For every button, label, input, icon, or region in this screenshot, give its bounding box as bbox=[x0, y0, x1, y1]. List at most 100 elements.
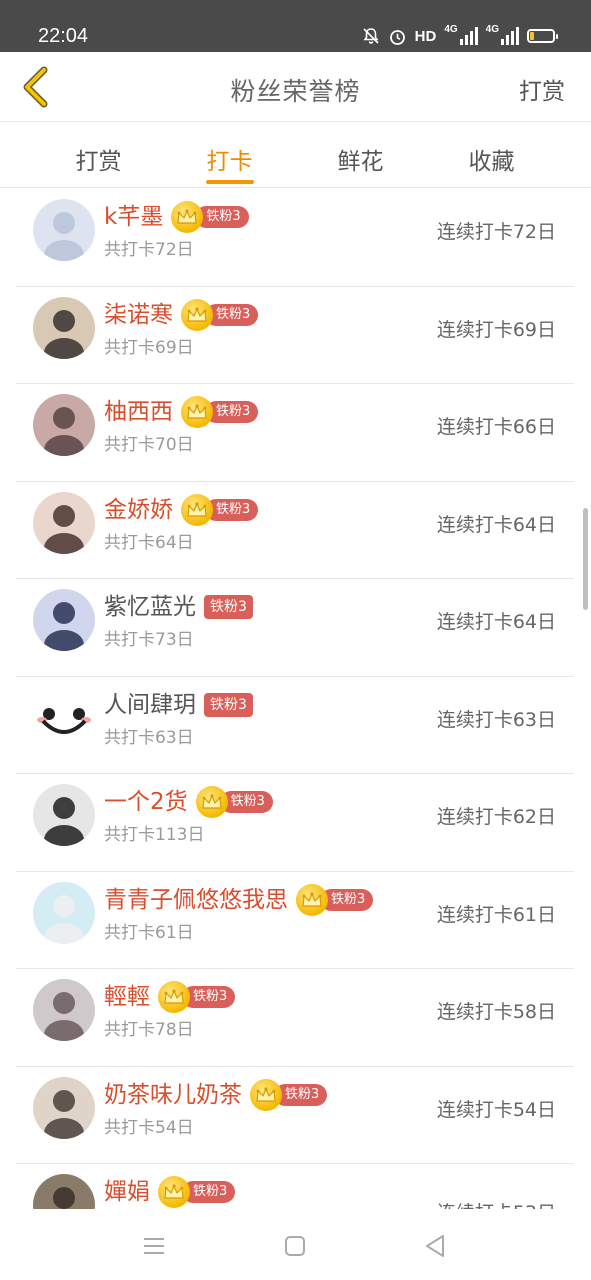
badge-label: 铁粉3 bbox=[204, 595, 253, 619]
fan-level-badge: 铁粉3 bbox=[158, 1176, 236, 1208]
menu-button[interactable] bbox=[137, 1229, 171, 1263]
fan-row[interactable]: 輕輕 铁粉3 共打卡78日 连续打卡58日 bbox=[16, 969, 574, 1067]
crown-icon bbox=[195, 786, 228, 818]
crown-icon bbox=[181, 298, 213, 331]
fan-name[interactable]: 奶茶味儿奶茶 bbox=[104, 1080, 242, 1110]
fan-name[interactable]: 一个2货 bbox=[104, 787, 188, 817]
total-checkins: 共打卡69日 bbox=[104, 337, 194, 358]
fan-name-line: 人间肆玥 铁粉3 bbox=[104, 689, 253, 721]
crown-icon bbox=[158, 981, 190, 1013]
fan-level-badge: 铁粉3 bbox=[181, 298, 259, 331]
fan-level-badge: 铁粉3 bbox=[250, 1078, 328, 1111]
fan-name-line: 青青子佩悠悠我思 铁粉3 bbox=[104, 883, 374, 916]
network-type-label-2: 4G bbox=[485, 24, 499, 35]
fan-level-badge: 铁粉3 bbox=[181, 493, 259, 526]
fan-name[interactable]: 柒诺寒 bbox=[104, 300, 173, 330]
badge-label: 铁粉3 bbox=[195, 206, 249, 228]
signal-icon-2: 4G bbox=[486, 24, 519, 48]
header-bar: 粉丝荣誉榜 打赏 bbox=[0, 52, 591, 122]
fan-name-line: k芊墨 铁粉3 bbox=[104, 201, 249, 233]
crown-icon bbox=[158, 1176, 190, 1208]
streak-days: 连续打卡54日 bbox=[436, 1098, 556, 1121]
total-checkins: 共打卡70日 bbox=[104, 435, 194, 455]
fan-level-badge: 铁粉3 bbox=[171, 201, 249, 233]
fan-row[interactable]: 一个2货 铁粉3 共打卡113日 连续打卡62日 bbox=[16, 774, 574, 872]
avatar[interactable] bbox=[33, 199, 95, 261]
crown-icon bbox=[250, 1078, 282, 1111]
status-icons: HD 4G 4G bbox=[362, 24, 558, 48]
reward-action-button[interactable]: 打赏 bbox=[519, 72, 565, 106]
fan-name-line: 嬋娟 铁粉3 bbox=[104, 1176, 236, 1208]
total-checkins: 共打卡54日 bbox=[104, 1117, 194, 1138]
fan-name-line: 紫忆蓝光 铁粉3 bbox=[104, 591, 253, 623]
tab-favorites[interactable]: 收藏 bbox=[426, 122, 557, 188]
fan-row[interactable]: 青青子佩悠悠我思 铁粉3 共打卡61日 连续打卡61日 bbox=[16, 872, 574, 969]
fan-name[interactable]: k芊墨 bbox=[104, 202, 163, 232]
total-checkins: 共打卡78日 bbox=[104, 1020, 194, 1040]
tab-bar: 打赏 打卡 鲜花 收藏 bbox=[0, 122, 591, 188]
fan-row[interactable]: 金娇娇 铁粉3 共打卡64日 连续打卡64日 bbox=[16, 482, 574, 579]
hd-label: HD bbox=[414, 27, 437, 45]
fan-name-line: 柚西西 铁粉3 bbox=[104, 396, 259, 428]
fan-name[interactable]: 金娇娇 bbox=[104, 495, 173, 525]
avatar[interactable] bbox=[33, 881, 95, 944]
system-nav-bar bbox=[0, 1209, 591, 1280]
avatar[interactable] bbox=[33, 979, 95, 1041]
avatar[interactable] bbox=[33, 784, 95, 846]
fan-row[interactable]: 柚西西 铁粉3 共打卡70日 连续打卡66日 bbox=[16, 384, 574, 482]
fan-level-badge: 铁粉3 bbox=[181, 396, 259, 428]
fan-row[interactable]: 人间肆玥 铁粉3 共打卡63日 连续打卡63日 bbox=[16, 677, 574, 774]
battery-icon bbox=[527, 29, 558, 43]
avatar[interactable] bbox=[33, 686, 95, 749]
fan-name-line: 一个2货 铁粉3 bbox=[104, 786, 273, 818]
fan-row[interactable]: 紫忆蓝光 铁粉3 共打卡73日 连续打卡64日 bbox=[16, 579, 574, 677]
streak-days: 连续打卡64日 bbox=[436, 513, 556, 536]
alarm-icon bbox=[388, 24, 407, 48]
tab-checkin[interactable]: 打卡 bbox=[164, 122, 295, 188]
fan-name[interactable]: 輕輕 bbox=[104, 982, 150, 1012]
tab-flowers[interactable]: 鲜花 bbox=[295, 122, 426, 188]
badge-label: 铁粉3 bbox=[204, 692, 253, 717]
home-button[interactable] bbox=[278, 1229, 312, 1263]
avatar[interactable] bbox=[33, 1076, 95, 1139]
avatar[interactable] bbox=[33, 1174, 95, 1209]
avatar[interactable] bbox=[33, 394, 95, 456]
streak-days: 连续打卡58日 bbox=[436, 1001, 556, 1023]
fan-level-badge: 铁粉3 bbox=[204, 594, 253, 620]
avatar[interactable] bbox=[33, 589, 95, 651]
avatar[interactable] bbox=[33, 296, 95, 359]
fan-name[interactable]: 青青子佩悠悠我思 bbox=[104, 885, 288, 915]
streak-days: 连续打卡62日 bbox=[436, 806, 556, 828]
streak-days: 连续打卡72日 bbox=[436, 221, 556, 243]
mute-bell-icon bbox=[362, 24, 380, 48]
scrollbar[interactable] bbox=[583, 508, 588, 610]
back-nav-button[interactable] bbox=[418, 1229, 452, 1263]
crown-icon bbox=[181, 493, 213, 526]
crown-icon bbox=[296, 883, 328, 916]
fan-name-line: 輕輕 铁粉3 bbox=[104, 981, 236, 1013]
fan-row[interactable]: k芊墨 铁粉3 共打卡72日 连续打卡72日 bbox=[16, 189, 574, 287]
total-checkins: 共打卡63日 bbox=[104, 727, 194, 748]
fan-row[interactable]: 嬋娟铁粉3 连续打卡53日 bbox=[16, 1164, 574, 1209]
avatar[interactable] bbox=[33, 491, 95, 554]
fan-name[interactable]: 人间肆玥 bbox=[104, 690, 196, 720]
fan-name[interactable]: 紫忆蓝光 bbox=[104, 592, 196, 622]
fan-name-line: 金娇娇 铁粉3 bbox=[104, 493, 259, 526]
network-type-label: 4G bbox=[444, 24, 458, 35]
fan-ranking-list: k芊墨 铁粉3 共打卡72日 连续打卡72日 柒诺寒 铁粉3 共打卡69日 连续打卡69日 柚西… bbox=[16, 189, 574, 1209]
menu-icon bbox=[144, 1238, 164, 1254]
fan-row[interactable]: 柒诺寒 铁粉3 共打卡69日 连续打卡69日 bbox=[16, 287, 574, 384]
streak-days: 连续打卡66日 bbox=[436, 416, 556, 438]
fan-row[interactable]: 奶茶味儿奶茶 铁粉3 共打卡54日 连续打卡54日 bbox=[16, 1067, 574, 1164]
fan-name[interactable]: 嬋娟 bbox=[104, 1177, 150, 1207]
tab-reward[interactable]: 打赏 bbox=[33, 122, 164, 188]
fan-name[interactable]: 柚西西 bbox=[104, 397, 173, 427]
fan-level-badge: 铁粉3 bbox=[158, 981, 236, 1013]
fan-level-badge: 铁粉3 bbox=[296, 883, 374, 916]
total-checkins: 共打卡64日 bbox=[104, 532, 194, 553]
crown-icon bbox=[171, 201, 204, 233]
total-checkins: 共打卡113日 bbox=[104, 825, 205, 845]
fan-level-badge: 铁粉3 bbox=[204, 692, 253, 718]
streak-days: 连续打卡61日 bbox=[436, 903, 556, 926]
status-bar: 22:04 HD 4G 4G bbox=[0, 0, 591, 52]
